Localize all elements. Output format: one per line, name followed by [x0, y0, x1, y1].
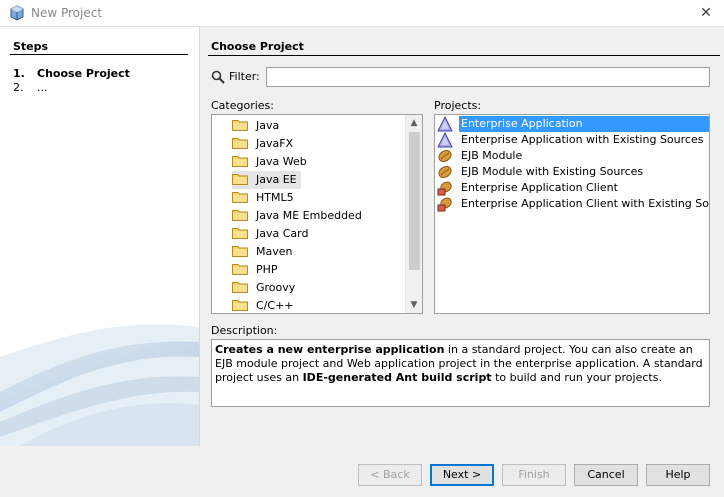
category-item[interactable]: Java Web — [232, 153, 311, 171]
panel-divider — [199, 27, 200, 446]
step-1: 1. Choose Project — [13, 67, 130, 80]
project-label: EJB Module with Existing Sources — [461, 165, 644, 178]
folder-icon — [232, 210, 248, 221]
scroll-down-icon[interactable]: ▼ — [406, 297, 422, 313]
enterprise-app-icon — [437, 116, 453, 132]
category-label: Java Web — [256, 155, 307, 168]
folder-icon — [232, 174, 248, 185]
folder-icon — [232, 300, 248, 311]
folder-icon — [232, 264, 248, 275]
window-title: New Project — [31, 6, 103, 20]
category-label: Maven — [256, 245, 293, 258]
next-button[interactable]: Next > — [430, 464, 494, 486]
description-text-2: to build and run your projects. — [491, 371, 662, 384]
category-label: JavaFX — [256, 137, 294, 150]
project-item[interactable]: Enterprise Application with Existing Sou… — [437, 132, 705, 148]
category-item[interactable]: C/C++ — [232, 297, 298, 313]
category-item[interactable]: Maven — [232, 243, 296, 261]
close-icon[interactable]: ✕ — [696, 3, 716, 23]
steps-panel: Steps 1. Choose Project 2.... — [0, 27, 199, 446]
filter-input[interactable] — [266, 67, 710, 87]
enterprise-app-icon — [437, 132, 453, 148]
category-label: Java Card — [256, 227, 309, 240]
back-button[interactable]: < Back — [358, 464, 422, 486]
page-title: Choose Project — [211, 40, 304, 53]
category-item[interactable]: Java EE — [232, 171, 301, 189]
category-label: C/C++ — [256, 299, 294, 312]
folder-icon — [232, 138, 248, 149]
category-item[interactable]: PHP — [232, 261, 282, 279]
project-label: Enterprise Application — [459, 117, 585, 130]
project-item[interactable]: EJB Module with Existing Sources — [437, 164, 645, 180]
scroll-thumb[interactable] — [409, 132, 420, 270]
category-label: HTML5 — [256, 191, 294, 204]
filter-label: Filter: — [229, 70, 260, 83]
title-bar: New Project ✕ — [0, 0, 724, 27]
categories-scrollbar[interactable]: ▲ ▼ — [405, 115, 422, 313]
category-label: Groovy — [256, 281, 296, 294]
netbeans-cube-icon — [10, 5, 24, 21]
app-client-icon — [437, 197, 452, 212]
description-box: Creates a new enterprise application in … — [211, 339, 710, 407]
category-item[interactable]: Groovy — [232, 279, 299, 297]
project-item[interactable]: Enterprise Application Client — [437, 180, 620, 196]
title-divider — [208, 55, 720, 56]
scroll-up-icon[interactable]: ▲ — [406, 115, 422, 131]
project-label: Enterprise Application Client with Exist… — [461, 197, 709, 210]
project-label: Enterprise Application with Existing Sou… — [461, 133, 704, 146]
category-item[interactable]: Java — [232, 117, 283, 135]
cancel-button[interactable]: Cancel — [574, 464, 638, 486]
projects-list[interactable]: Enterprise Application Enterprise Applica… — [434, 114, 710, 314]
folder-icon — [232, 246, 248, 257]
category-label: Java — [256, 119, 280, 132]
project-item[interactable]: Enterprise Application — [437, 116, 709, 132]
project-item[interactable]: EJB Module — [437, 148, 524, 164]
category-label: Java EE — [256, 173, 297, 186]
categories-list[interactable]: Java JavaFX Java Web Java EE HTML5 Java ME Em… — [211, 114, 423, 314]
category-label: PHP — [256, 263, 278, 276]
description-bold-1: Creates a new enterprise application — [215, 343, 445, 356]
search-icon — [211, 70, 225, 84]
description-label: Description: — [211, 324, 278, 337]
category-label: Java ME Embedded — [256, 209, 362, 222]
step-2: 2.... — [13, 81, 48, 94]
app-client-icon — [437, 181, 452, 196]
categories-label: Categories: — [211, 99, 274, 112]
description-bold-2: IDE-generated Ant build script — [302, 371, 492, 384]
category-item[interactable]: JavaFX — [232, 135, 297, 153]
folder-icon — [232, 156, 248, 167]
category-item[interactable]: Java Card — [232, 225, 312, 243]
finish-button[interactable]: Finish — [502, 464, 566, 486]
project-label: Enterprise Application Client — [461, 181, 618, 194]
steps-divider — [10, 54, 188, 55]
category-item[interactable]: Java ME Embedded — [232, 207, 366, 225]
project-label: EJB Module — [461, 149, 523, 162]
folder-icon — [232, 120, 248, 131]
ejb-bean-icon — [438, 149, 452, 163]
ejb-bean-icon — [438, 165, 452, 179]
projects-label: Projects: — [434, 99, 482, 112]
decorative-swoosh — [0, 324, 199, 446]
steps-title: Steps — [13, 40, 49, 53]
category-item[interactable]: HTML5 — [232, 189, 298, 207]
folder-icon — [232, 192, 248, 203]
folder-icon — [232, 282, 248, 293]
help-button[interactable]: Help — [646, 464, 710, 486]
folder-icon — [232, 228, 248, 239]
project-item[interactable]: Enterprise Application Client with Exist… — [437, 196, 709, 212]
